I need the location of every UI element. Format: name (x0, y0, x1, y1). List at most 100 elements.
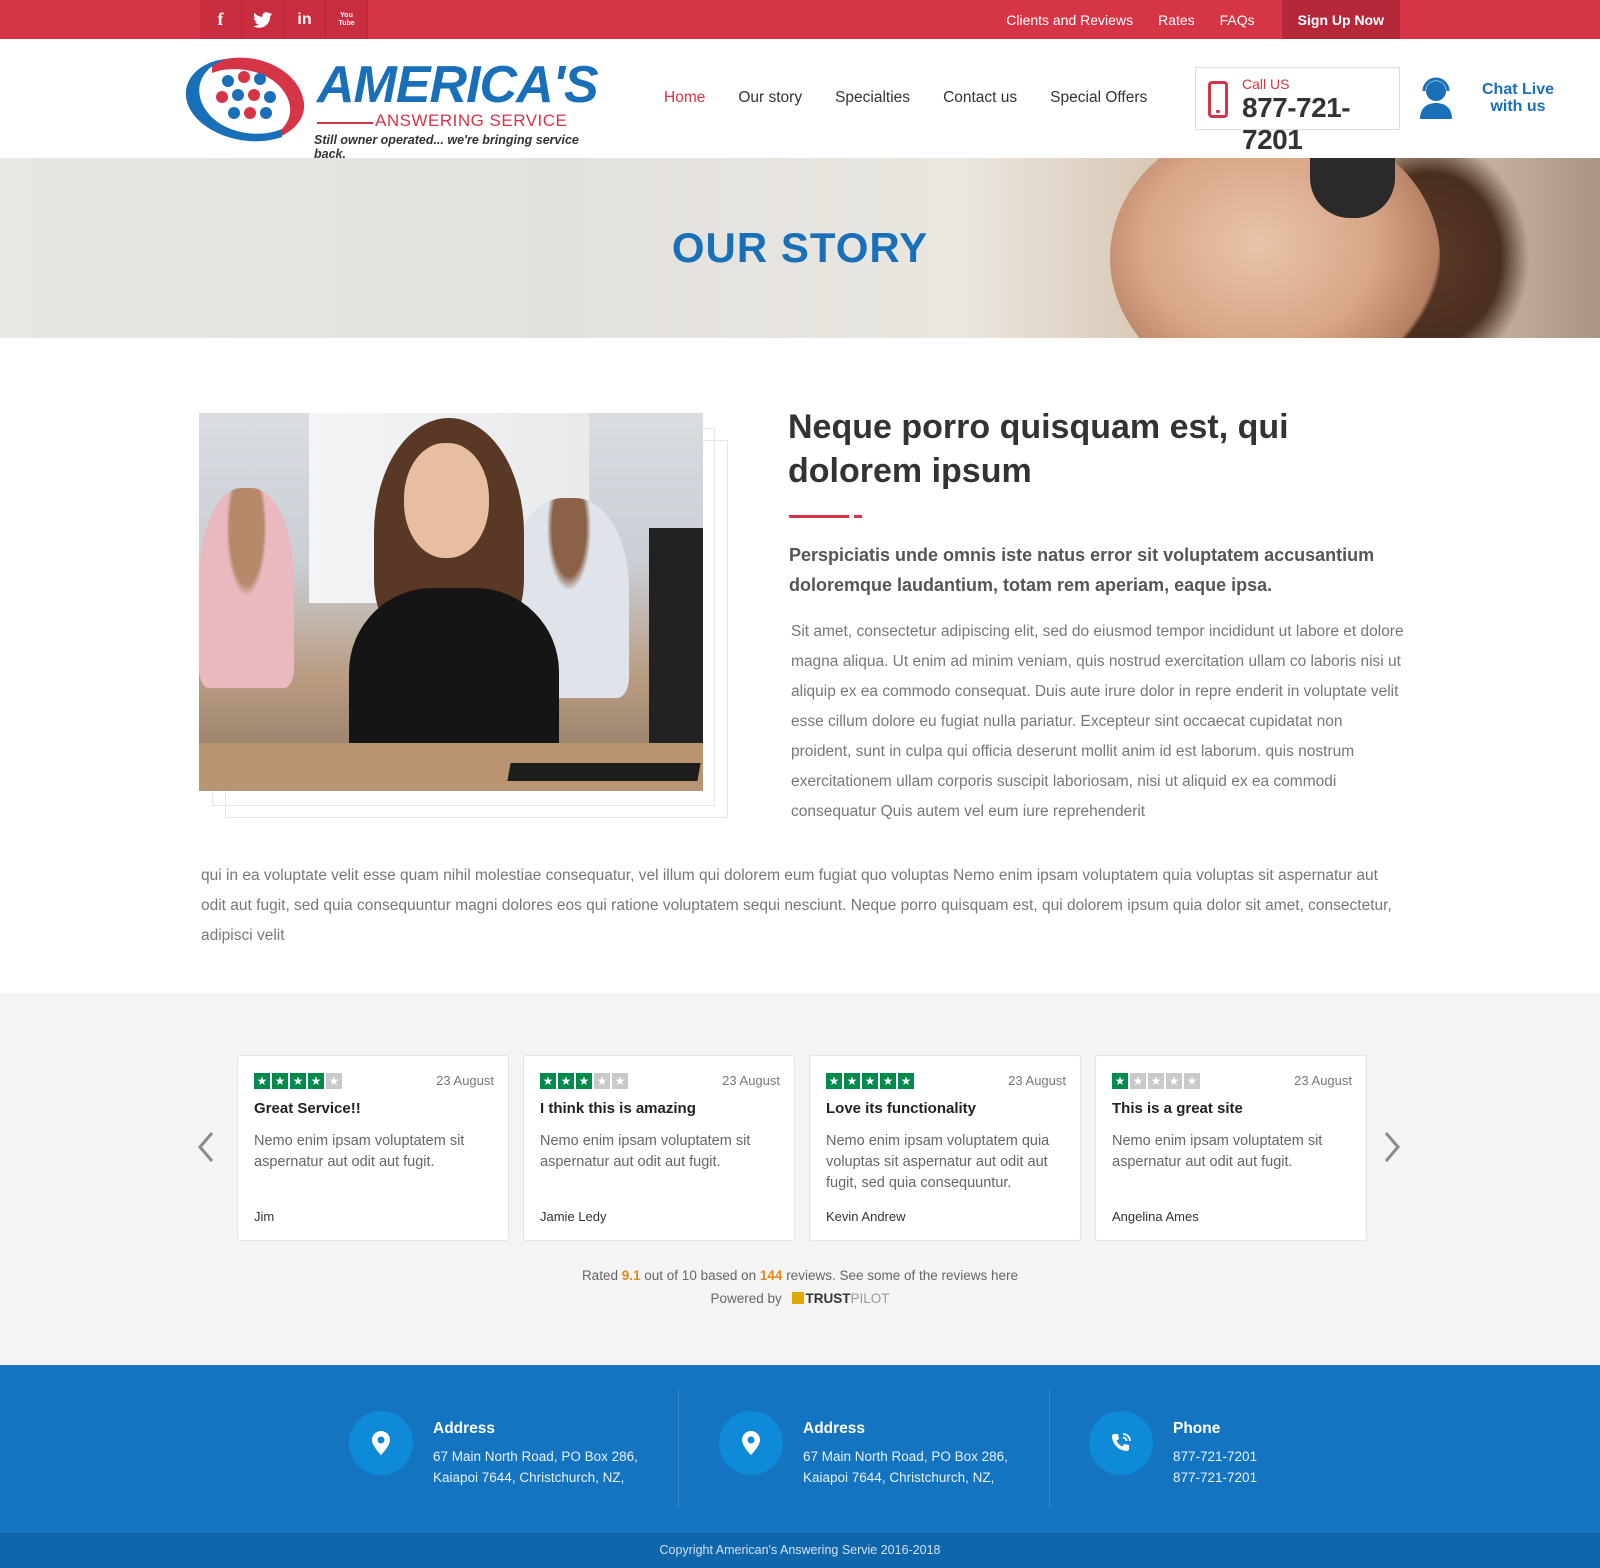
logo-tagline: Still owner operated... we're bringing s… (314, 133, 579, 161)
footer-line: 67 Main North Road, PO Box 286, (433, 1449, 638, 1464)
star-icon: ★ (844, 1073, 860, 1089)
chevron-right-icon (1384, 1132, 1400, 1162)
review-title: Great Service!! (254, 1100, 361, 1117)
star-icon: ★ (576, 1073, 592, 1089)
review-author: Angelina Ames (1112, 1209, 1199, 1224)
star-icon: ★ (880, 1073, 896, 1089)
rated-mid: out of 10 based on (644, 1268, 757, 1283)
location-pin-icon (719, 1411, 783, 1475)
logo-rule (317, 122, 373, 124)
star-icon: ★ (308, 1073, 324, 1089)
star-icon: ★ (290, 1073, 306, 1089)
footer-phone-1[interactable]: 877-721-7201 (1173, 1449, 1257, 1464)
agent-face (404, 443, 489, 558)
star-icon: ★ (326, 1073, 342, 1089)
nav-special-offers[interactable]: Special Offers (1050, 89, 1147, 107)
rating-summary: Rated 9.1 out of 10 based on 144 reviews… (0, 1268, 1600, 1283)
faqs-link[interactable]: FAQs (1220, 12, 1255, 28)
footer-line: Kaiapoi 7644, Christchurch, NZ, (803, 1470, 995, 1485)
star-icon: ★ (558, 1073, 574, 1089)
heading-underline-dot (854, 515, 862, 518)
twitter-icon[interactable] (242, 0, 284, 39)
sign-up-button[interactable]: Sign Up Now (1281, 0, 1400, 39)
chat-live-button[interactable]: Chat Live with us (1418, 77, 1598, 127)
logo-emblem (185, 57, 305, 142)
star-icon: ★ (1166, 1073, 1182, 1089)
logo-wordmark: AMERICA'S (317, 56, 599, 114)
chat-line2: with us (1490, 98, 1546, 115)
trustpilot-brand-a: TRUST (805, 1291, 851, 1306)
nav-specialties[interactable]: Specialties (835, 89, 910, 107)
footer-phone: Phone 877-721-7201 877-721-7201 (1089, 1390, 1389, 1510)
star-icon: ★ (254, 1073, 270, 1089)
star-rating: ★ ★ ★ ★ ★ (826, 1073, 916, 1089)
photo-agent (319, 413, 609, 791)
footer-title: Phone (1173, 1420, 1221, 1437)
copyright: Copyright American's Answering Servie 20… (0, 1533, 1600, 1568)
review-card[interactable]: ★ ★ ★ ★ ★ 23 August Great Service!! Nemo eni… (237, 1055, 509, 1241)
review-author: Jim (254, 1209, 275, 1224)
trustpilot-logo[interactable]: TRUSTPILOT (791, 1291, 890, 1306)
photo-background-person-left (199, 488, 294, 688)
site-logo[interactable]: AMERICA'S ANSWERING SERVICE Still owner … (182, 51, 602, 161)
footer-phone-2[interactable]: 877-721-7201 (1173, 1470, 1257, 1485)
star-rating: ★ ★ ★ ★ ★ (540, 1073, 630, 1089)
review-card[interactable]: ★ ★ ★ ★ ★ 23 August Love its functionality N… (809, 1055, 1081, 1241)
footer-title: Address (433, 1420, 496, 1437)
star-icon: ★ (272, 1073, 288, 1089)
review-date: 23 August (1294, 1073, 1352, 1088)
nav-our-story[interactable]: Our story (738, 89, 802, 107)
story-paragraph-2: qui in ea voluptate velit esse quam nihi… (201, 867, 1392, 944)
carousel-next-button[interactable] (1382, 1131, 1402, 1162)
star-icon: ★ (594, 1073, 610, 1089)
call-label: Call US (1242, 76, 1290, 92)
linkedin-glyph: in (297, 10, 312, 28)
review-card[interactable]: ★ ★ ★ ★ ★ 23 August I think this is amazing … (523, 1055, 795, 1241)
photo-monitor (649, 528, 703, 758)
logo-subtitle: ANSWERING SERVICE (375, 111, 568, 130)
call-us-box[interactable]: Call US 877-721-7201 (1195, 67, 1400, 155)
powered-by: Powered by TRUSTPILOT (0, 1291, 1600, 1306)
mobile-phone-icon (1208, 81, 1228, 118)
facebook-icon[interactable]: f (200, 0, 242, 39)
powered-label: Powered by (710, 1291, 782, 1306)
linkedin-icon[interactable]: in (284, 0, 326, 39)
star-icon: ★ (612, 1073, 628, 1089)
location-pin-icon (349, 1411, 413, 1475)
review-date: 23 August (436, 1073, 494, 1088)
star-icon: ★ (826, 1073, 842, 1089)
nav-home[interactable]: Home (664, 89, 705, 107)
story-heading: Neque porro quisquam est, qui dolorem ip… (788, 408, 1289, 490)
footer-line: 67 Main North Road, PO Box 286, (803, 1449, 1008, 1464)
site-header: AMERICA'S ANSWERING SERVICE Still owner … (0, 39, 1600, 161)
footer-divider (1049, 1390, 1050, 1508)
chevron-left-icon (198, 1132, 214, 1162)
trustpilot-brand-b: PILOT (850, 1291, 890, 1306)
review-body: Nemo enim ipsam voluptatem quia voluptas… (826, 1133, 1050, 1191)
twitter-bird (252, 11, 272, 28)
youtube-icon[interactable]: You Tube (326, 0, 368, 39)
review-author: Kevin Andrew (826, 1209, 906, 1224)
star-icon: ★ (1184, 1073, 1200, 1089)
rating-score: 9.1 (621, 1268, 641, 1283)
top-bar: f in You Tube Clients and Reviews Rates … (0, 0, 1600, 39)
clients-reviews-link[interactable]: Clients and Reviews (1006, 12, 1133, 28)
trustpilot-star-icon (791, 1292, 804, 1304)
page-hero-banner: OUR STORY (0, 158, 1600, 338)
rated-suffix[interactable]: reviews. See some of the reviews here (786, 1268, 1018, 1283)
carousel-prev-button[interactable] (196, 1131, 216, 1162)
phone-ringing-icon (1089, 1411, 1153, 1475)
support-agent-icon (1420, 77, 1452, 119)
story-lead: Perspiciatis unde omnis iste natus error… (789, 545, 1375, 595)
main-nav: Home Our story Specialties Contact us Sp… (664, 89, 1180, 107)
star-rating: ★ ★ ★ ★ ★ (254, 1073, 344, 1089)
story-photo (199, 413, 703, 791)
rates-link[interactable]: Rates (1158, 12, 1195, 28)
footer-contact: Address 67 Main North Road, PO Box 286, … (0, 1365, 1600, 1533)
social-links: f in You Tube (200, 0, 368, 39)
nav-contact-us[interactable]: Contact us (943, 89, 1017, 107)
review-card[interactable]: ★ ★ ★ ★ ★ 23 August This is a great site Nem… (1095, 1055, 1367, 1241)
star-icon: ★ (898, 1073, 914, 1089)
review-author: Jamie Ledy (540, 1209, 607, 1224)
star-icon: ★ (1112, 1073, 1128, 1089)
